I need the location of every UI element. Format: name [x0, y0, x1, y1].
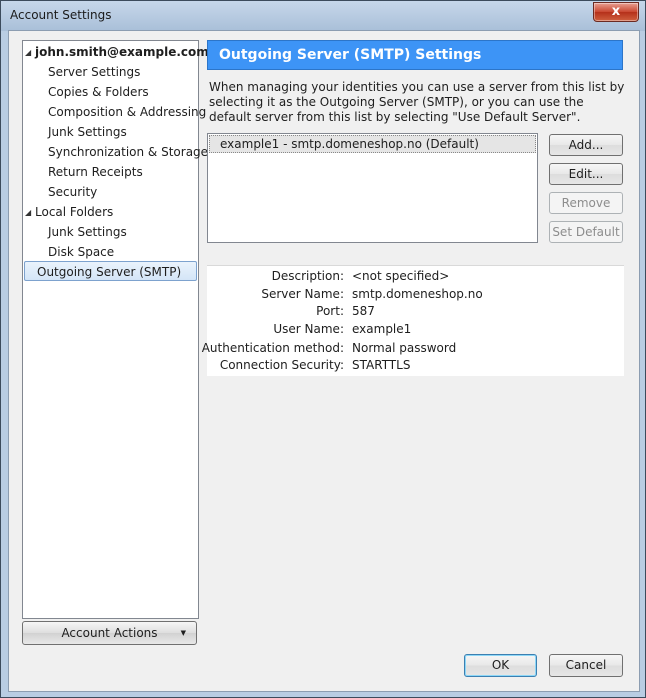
dropdown-arrow-icon: ▼ [180, 629, 186, 637]
tree-item-copies-folders[interactable]: Copies & Folders [48, 82, 149, 102]
expand-triangle-icon[interactable]: ◢ [25, 43, 35, 63]
tree-item-composition[interactable]: Composition & Addressing [48, 102, 206, 122]
detail-value: Normal password [352, 341, 457, 355]
tree-item-security[interactable]: Security [48, 182, 97, 202]
detail-row-description: Description: <not specified> [207, 267, 624, 285]
smtp-server-list[interactable]: example1 - smtp.domeneshop.no (Default) [207, 133, 538, 243]
server-details-panel: Description: <not specified> Server Name… [202, 265, 624, 376]
detail-label: Connection Security: [219, 358, 344, 372]
tree-item-junk-settings[interactable]: Junk Settings [48, 122, 127, 142]
detail-row-user-name: User Name: example1 [207, 320, 624, 338]
expand-triangle-icon[interactable]: ◢ [25, 203, 35, 223]
detail-label: User Name: [273, 322, 344, 336]
tree-item-account[interactable]: ◢ john.smith@example.com [25, 42, 209, 62]
add-button[interactable]: Add... [549, 134, 623, 156]
close-icon: x [611, 4, 621, 19]
page-title: Outgoing Server (SMTP) Settings [207, 40, 623, 70]
detail-value: example1 [352, 322, 412, 336]
account-settings-window: Account Settings x ◢ john.smith@example.c… [0, 0, 646, 698]
tree-item-outgoing-server[interactable]: Outgoing Server (SMTP) [24, 261, 197, 281]
ok-button[interactable]: OK [464, 654, 537, 677]
window-title: Account Settings [10, 8, 112, 22]
detail-row-server-name: Server Name: smtp.domeneshop.no [207, 285, 624, 303]
detail-row-auth-method: Authentication method: Normal password [202, 339, 624, 357]
tree-item-local-junk-settings[interactable]: Junk Settings [48, 222, 127, 242]
account-actions-button[interactable]: Account Actions ▼ [22, 621, 197, 645]
detail-label: Port: [316, 304, 344, 318]
detail-value: 587 [352, 304, 375, 318]
tree-item-server-settings[interactable]: Server Settings [48, 62, 140, 82]
account-tree[interactable]: ◢ john.smith@example.com Server Settings … [22, 40, 209, 619]
tree-item-local-folders[interactable]: ◢ Local Folders [25, 202, 113, 222]
detail-label: Description: [271, 269, 344, 283]
set-default-button[interactable]: Set Default [549, 221, 623, 243]
smtp-description: When managing your identities you can us… [209, 80, 625, 124]
close-button[interactable]: x [593, 2, 639, 22]
dialog-client-area: ◢ john.smith@example.com Server Settings … [8, 30, 640, 692]
detail-label: Server Name: [261, 287, 344, 301]
detail-value: STARTTLS [352, 358, 411, 372]
detail-label: Authentication method: [201, 341, 344, 355]
cancel-button[interactable]: Cancel [549, 654, 623, 677]
tree-item-disk-space[interactable]: Disk Space [48, 242, 114, 262]
detail-value: <not specified> [352, 269, 450, 283]
tree-item-synchronization[interactable]: Synchronization & Storage [48, 142, 208, 162]
detail-row-connection-security: Connection Security: STARTTLS [207, 356, 624, 374]
server-list-item[interactable]: example1 - smtp.domeneshop.no (Default) [209, 135, 536, 153]
detail-row-port: Port: 587 [207, 302, 624, 320]
remove-button[interactable]: Remove [549, 192, 623, 214]
edit-button[interactable]: Edit... [549, 163, 623, 185]
tree-item-return-receipts[interactable]: Return Receipts [48, 162, 143, 182]
title-bar[interactable]: Account Settings x [1, 1, 645, 31]
account-actions-label: Account Actions [61, 626, 158, 640]
detail-value: smtp.domeneshop.no [352, 287, 483, 301]
